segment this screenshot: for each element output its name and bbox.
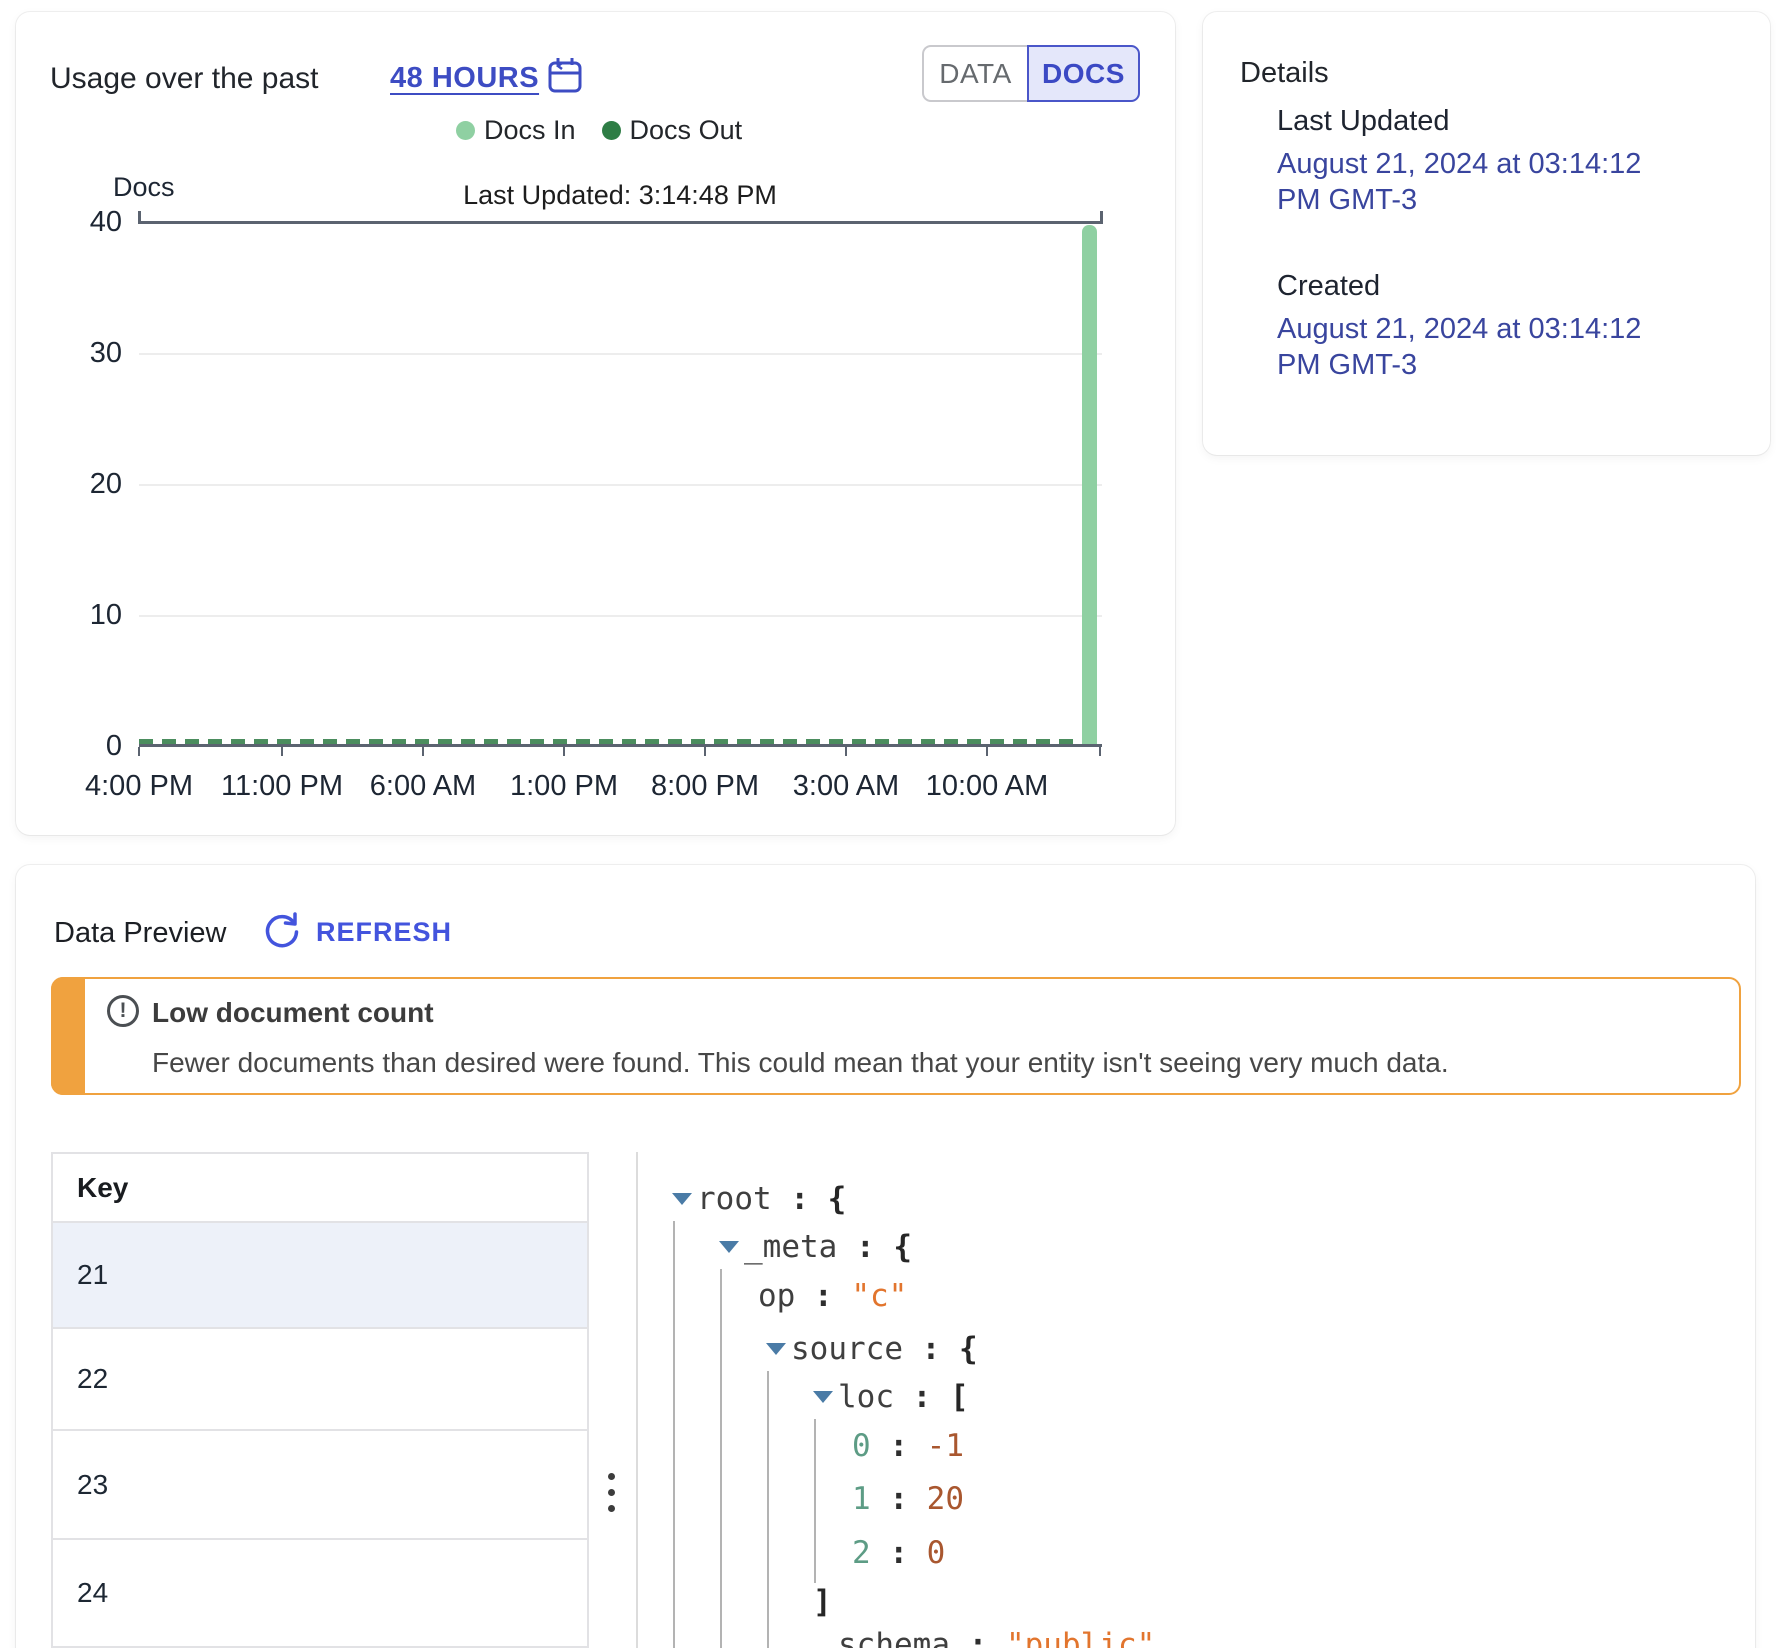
low-document-count-warning: ! Low document count Fewer documents tha… (51, 977, 1741, 1095)
json-tree-row: root : { (697, 1177, 846, 1221)
y-axis-label: 10 (56, 598, 122, 632)
refresh-label: REFRESH (316, 917, 452, 948)
toggle-docs-button[interactable]: DOCS (1027, 45, 1140, 102)
details-item-label: Last Updated (1277, 105, 1737, 138)
x-axis-label: 1:00 PM (493, 770, 635, 803)
key-table-row[interactable]: 23 (53, 1431, 587, 1540)
json-close-bracket: ] (813, 1580, 832, 1624)
key-table-row[interactable]: 24 (53, 1540, 587, 1646)
collapse-arrow-icon[interactable] (766, 1343, 786, 1355)
panel-divider (636, 1152, 638, 1648)
indent-guide (814, 1419, 816, 1583)
collapse-arrow-icon[interactable] (672, 1193, 692, 1205)
chart-legend: Docs In Docs Out (456, 115, 742, 146)
x-axis-tick (704, 747, 706, 756)
usage-card: Usage over the past 48 HOURS DATA DOCS D… (16, 12, 1175, 835)
details-card: Details Last Updated August 21, 2024 at 0… (1203, 12, 1770, 455)
gridline-30 (139, 353, 1102, 355)
refresh-icon (262, 911, 302, 953)
legend-item[interactable]: Docs Out (602, 115, 743, 146)
chart-top-axis-line (139, 221, 1102, 224)
x-axis-tick (281, 747, 283, 756)
axis-end-tick (1100, 211, 1103, 224)
data-docs-toggle: DATA DOCS (922, 45, 1140, 102)
legend-dot-icon (456, 121, 475, 140)
x-axis-tick (138, 747, 140, 756)
y-axis-label: 0 (56, 729, 122, 763)
docs-in-bar[interactable] (1082, 225, 1097, 745)
indent-guide (673, 1221, 675, 1648)
details-item-label: Created (1277, 270, 1737, 303)
x-axis-label: 3:00 AM (775, 770, 917, 803)
legend-dot-icon (602, 121, 621, 140)
x-axis-tick (845, 747, 847, 756)
details-title: Details (1240, 57, 1329, 90)
warning-title: Low document count (152, 997, 434, 1029)
time-range-link[interactable]: 48 HOURS (390, 62, 539, 95)
details-item-value: August 21, 2024 at 03:14:12 (1277, 146, 1737, 182)
x-axis-tick (986, 747, 988, 756)
details-item: Last Updated August 21, 2024 at 03:14:12P… (1277, 105, 1737, 218)
legend-label: Docs In (484, 115, 576, 146)
x-axis-label: 8:00 PM (634, 770, 776, 803)
warning-icon: ! (107, 995, 139, 1027)
x-axis-label: 4:00 PM (68, 770, 210, 803)
usage-chart-plot (139, 222, 1102, 746)
details-item-value: August 21, 2024 at 03:14:12 (1277, 311, 1737, 347)
json-tree-row: 2 : 0 (852, 1531, 945, 1575)
x-axis-label: 10:00 AM (916, 770, 1058, 803)
chart-last-updated: Last Updated: 3:14:48 PM (316, 180, 924, 211)
page: Usage over the past 48 HOURS DATA DOCS D… (0, 0, 1776, 1648)
collapse-arrow-icon[interactable] (813, 1391, 833, 1403)
x-axis-tick (422, 747, 424, 756)
gridline-10 (139, 615, 1102, 617)
y-axis-label: 20 (56, 467, 122, 501)
legend-item[interactable]: Docs In (456, 115, 576, 146)
key-table: Key 21222324 (51, 1152, 589, 1648)
details-item-value: PM GMT-3 (1277, 182, 1737, 218)
json-tree-row: _meta : { (744, 1225, 912, 1269)
data-preview-title: Data Preview (54, 917, 226, 950)
toggle-data-button[interactable]: DATA (922, 45, 1027, 102)
chart-x-axis-line (139, 744, 1102, 747)
x-axis-tick (563, 747, 565, 756)
usage-title: Usage over the past (50, 62, 319, 96)
x-axis-label: 11:00 PM (211, 770, 353, 803)
axis-end-tick (138, 211, 141, 224)
panel-resize-handle[interactable] (605, 1473, 619, 1521)
json-tree-row: 0 : -1 (852, 1424, 964, 1468)
key-table-header: Key (53, 1154, 587, 1223)
json-tree-row: 1 : 20 (852, 1477, 964, 1521)
legend-label: Docs Out (630, 115, 743, 146)
warning-accent-bar (51, 977, 85, 1095)
y-axis-label: 30 (56, 336, 122, 370)
warning-body: Fewer documents than desired were found.… (152, 1047, 1449, 1079)
calendar-icon[interactable] (546, 56, 584, 101)
data-preview-card: Data Preview REFRESH ! Low document coun… (16, 865, 1755, 1648)
y-axis-label: 40 (56, 205, 122, 239)
x-axis-tick (1099, 747, 1101, 756)
json-tree-row: schema : "public" (838, 1623, 1155, 1648)
refresh-button[interactable]: REFRESH (262, 911, 452, 953)
y-axis-title: Docs (113, 172, 175, 203)
json-tree-row: op : "c" (758, 1274, 907, 1318)
collapse-arrow-icon[interactable] (719, 1241, 739, 1253)
json-tree-row: source : { (791, 1327, 978, 1371)
key-table-row[interactable]: 21 (53, 1223, 587, 1329)
x-axis-label: 6:00 AM (352, 770, 494, 803)
json-tree-row: loc : [ (838, 1375, 969, 1419)
indent-guide (767, 1371, 769, 1648)
key-table-row[interactable]: 22 (53, 1329, 587, 1431)
gridline-20 (139, 484, 1102, 486)
details-item: Created August 21, 2024 at 03:14:12PM GMT… (1277, 270, 1737, 383)
indent-guide (720, 1269, 722, 1648)
details-item-value: PM GMT-3 (1277, 347, 1737, 383)
